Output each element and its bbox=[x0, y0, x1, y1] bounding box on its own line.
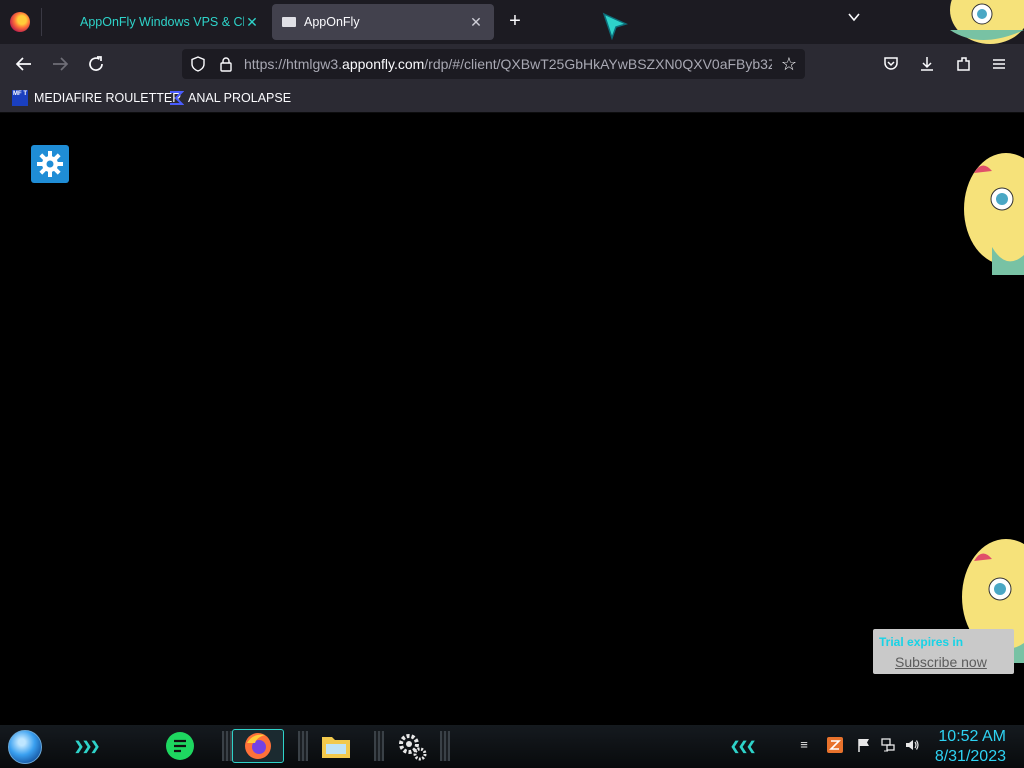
flag-icon[interactable] bbox=[856, 737, 872, 753]
divider bbox=[222, 731, 232, 761]
reload-button[interactable] bbox=[84, 52, 108, 76]
url-text[interactable]: https://htmlgw3.apponfly.com/rdp/#/clien… bbox=[244, 56, 772, 72]
app-tray-icon[interactable] bbox=[827, 737, 843, 753]
lock-icon[interactable] bbox=[218, 56, 234, 72]
extensions-icon[interactable] bbox=[953, 53, 975, 75]
bookmark-anal-prolapse[interactable]: ANAL PROLAPSE bbox=[168, 88, 291, 108]
divider bbox=[374, 731, 384, 761]
taskbar-firefox[interactable] bbox=[232, 729, 284, 763]
gears-icon bbox=[399, 734, 427, 761]
cartoon-sticker-icon bbox=[950, 0, 1024, 44]
trial-notice: Trial expires in Subscribe now bbox=[873, 629, 1014, 674]
clock-date: 8/31/2023 bbox=[934, 748, 1006, 765]
firefox-icon bbox=[245, 733, 271, 759]
mft-icon: MF T bbox=[12, 90, 28, 106]
tab-apponfly[interactable]: AppOnFly ✕ bbox=[272, 4, 494, 40]
show-hidden-icons[interactable]: ≡ bbox=[796, 737, 812, 753]
start-button[interactable] bbox=[8, 730, 42, 764]
bookmarks-toolbar: MF T MEDIAFIRE ROULETTER ANAL PROLAPSE bbox=[0, 84, 1024, 113]
taskbar-file-explorer[interactable] bbox=[310, 729, 362, 763]
shield-icon[interactable] bbox=[190, 56, 206, 72]
pocket-icon[interactable] bbox=[880, 53, 902, 75]
tab-title: AppOnFly bbox=[304, 15, 360, 29]
tab-apponfly-vps[interactable]: AppOnFly Windows VPS & Clo ✕ bbox=[70, 4, 270, 40]
cursor-icon bbox=[602, 12, 628, 40]
firefox-icon[interactable] bbox=[10, 12, 30, 32]
bookmark-mediafire-rouletter[interactable]: MF T MEDIAFIRE ROULETTER bbox=[12, 88, 181, 108]
monitor-icon bbox=[282, 17, 296, 27]
chevron-decor-icon: ❯❯❯ bbox=[74, 739, 100, 753]
url-domain: apponfly.com bbox=[342, 56, 425, 72]
url-prefix: https://htmlgw3. bbox=[244, 56, 343, 72]
url-bar[interactable]: https://htmlgw3.apponfly.com/rdp/#/clien… bbox=[182, 49, 805, 79]
remote-desktop-view[interactable]: Trial expires in Subscribe now bbox=[0, 113, 1024, 725]
bookmark-label: MEDIAFIRE ROULETTER bbox=[34, 91, 182, 105]
reload-icon bbox=[89, 56, 103, 71]
clock[interactable]: 10:52 AM 8/31/2023 bbox=[935, 727, 1006, 767]
sigma-icon bbox=[170, 91, 184, 105]
close-icon[interactable]: ✕ bbox=[468, 14, 484, 31]
close-icon[interactable]: ✕ bbox=[244, 14, 260, 31]
divider bbox=[41, 8, 42, 36]
volume-icon[interactable] bbox=[904, 737, 920, 753]
arrow-left-icon bbox=[15, 57, 31, 71]
navigation-toolbar: https://htmlgw3.apponfly.com/rdp/#/clien… bbox=[0, 44, 1024, 84]
subscribe-link[interactable]: Subscribe now bbox=[895, 654, 987, 670]
new-tab-button[interactable]: + bbox=[504, 10, 526, 32]
chevron-decor-icon: ❮❮❮ bbox=[730, 739, 756, 753]
bookmark-star-icon[interactable]: ☆ bbox=[779, 54, 799, 74]
arrow-right-icon bbox=[53, 57, 69, 71]
divider bbox=[440, 731, 450, 761]
tab-strip: AppOnFly Windows VPS & Clo ✕ AppOnFly ✕ … bbox=[0, 0, 1024, 44]
divider bbox=[298, 731, 308, 761]
tab-title: AppOnFly Windows VPS & Clo bbox=[80, 15, 244, 29]
taskbar-notes-app[interactable] bbox=[154, 729, 206, 763]
taskbar: ❯❯❯ ❮❮❮ ≡ 10:52 AM 8/31/2023 bbox=[0, 725, 1024, 768]
menu-icon[interactable] bbox=[988, 53, 1010, 75]
taskbar-settings[interactable] bbox=[386, 729, 438, 763]
gear-icon bbox=[37, 151, 63, 177]
bookmark-label: ANAL PROLAPSE bbox=[188, 91, 292, 105]
folder-icon bbox=[322, 737, 350, 758]
back-button[interactable] bbox=[12, 52, 36, 76]
forward-button[interactable] bbox=[48, 52, 72, 76]
clock-time: 10:52 AM bbox=[938, 728, 1006, 745]
cartoon-sticker-icon bbox=[964, 153, 1024, 275]
url-path: /rdp/#/client/QXBwT25GbHkAYwBSZXN0QXV0aF… bbox=[424, 56, 772, 72]
trial-text: Trial expires in bbox=[879, 635, 964, 649]
settings-button[interactable] bbox=[31, 145, 69, 183]
chevron-down-icon[interactable] bbox=[844, 10, 864, 32]
network-icon[interactable] bbox=[880, 737, 896, 753]
download-icon[interactable] bbox=[916, 53, 938, 75]
notes-icon bbox=[166, 732, 194, 760]
